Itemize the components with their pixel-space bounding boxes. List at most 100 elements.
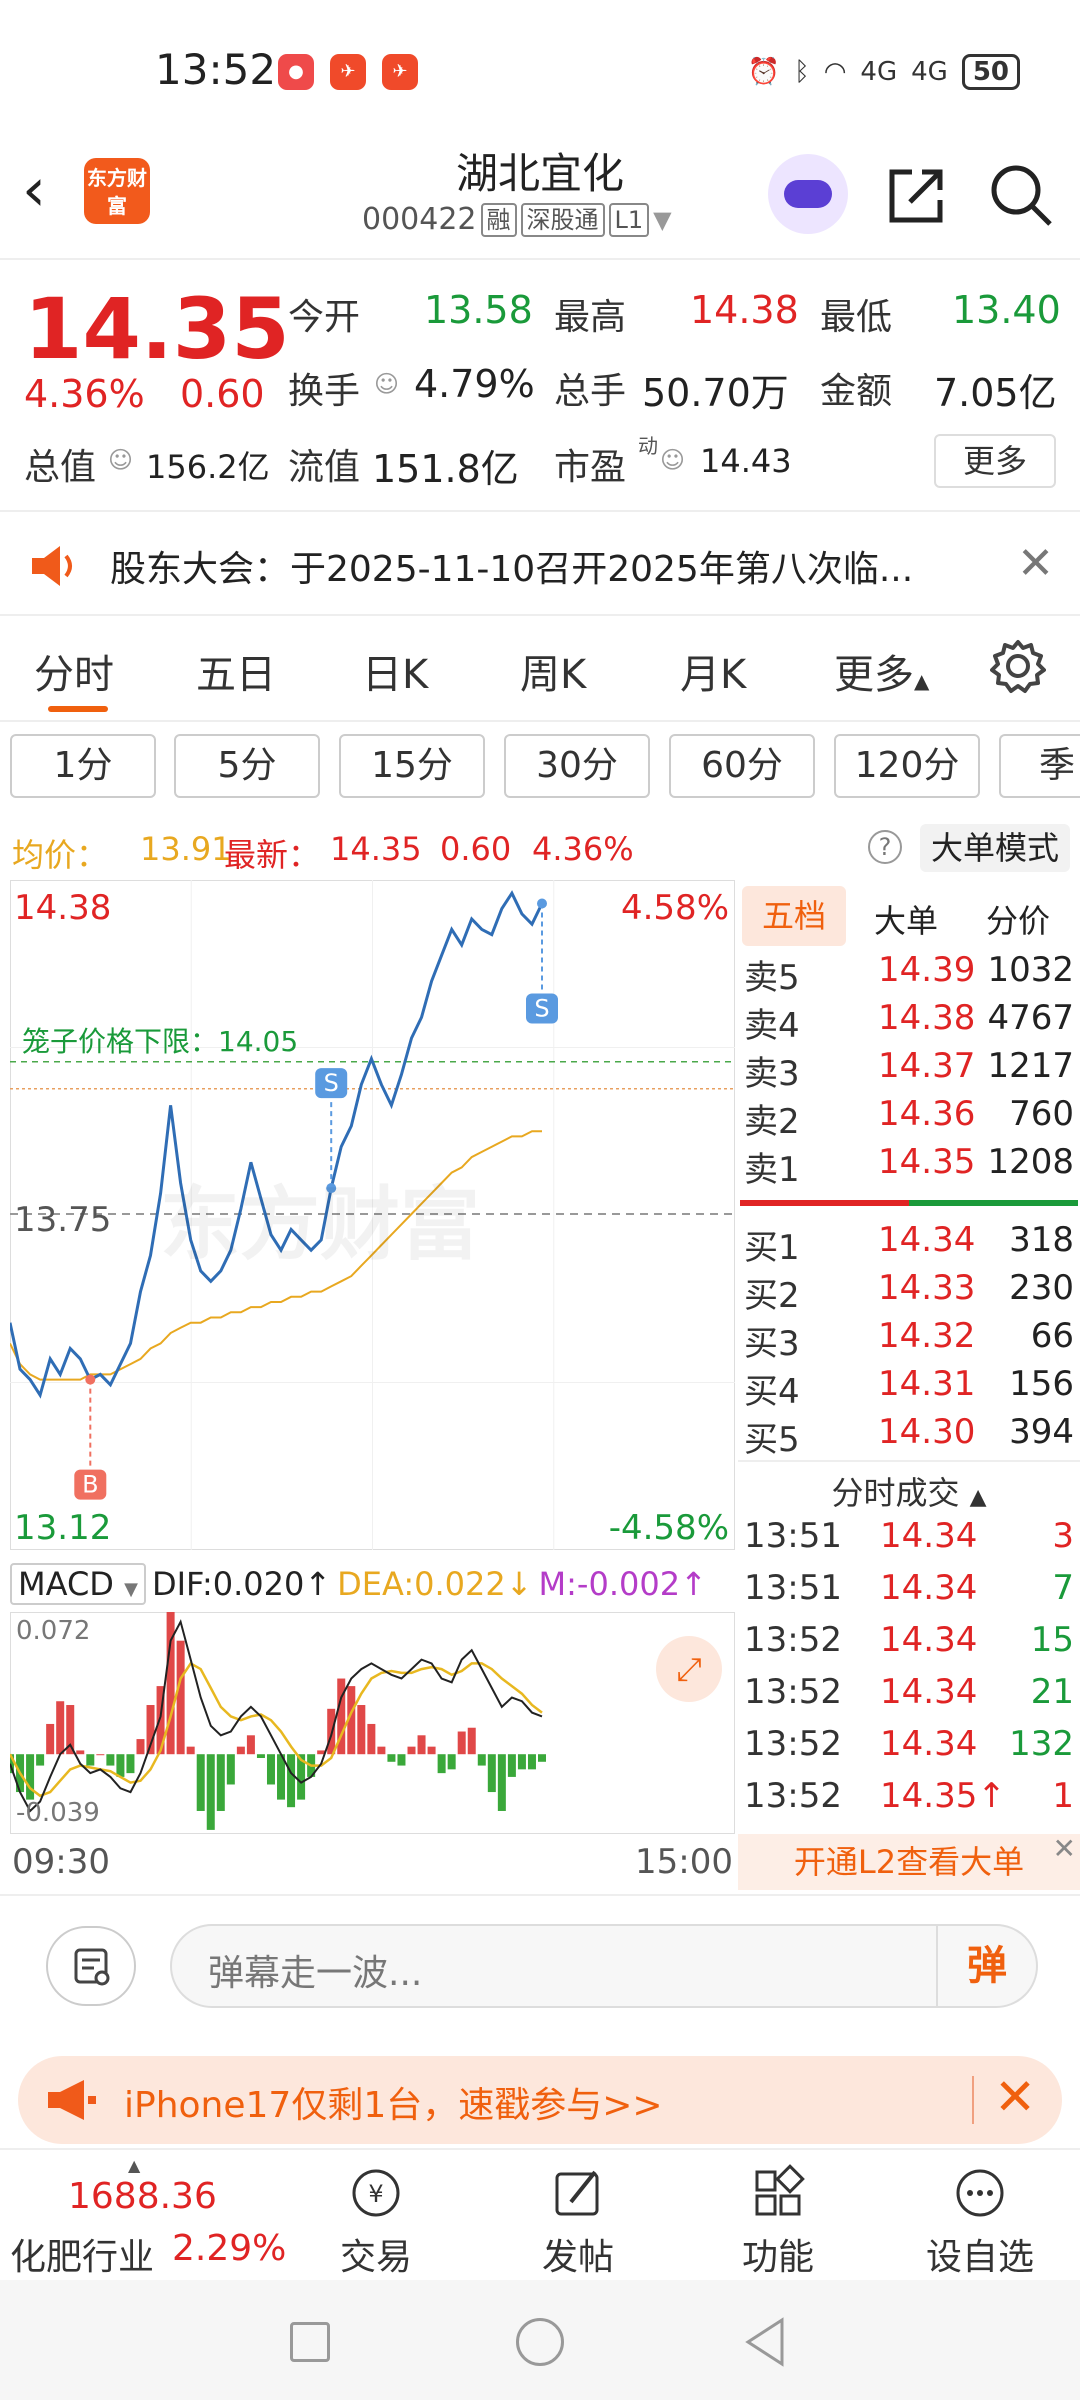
tab-monthly-k[interactable]: 月K	[680, 642, 746, 700]
close-icon[interactable]: ✕	[994, 2068, 1036, 2126]
quote-panel: 14.35 4.36% 0.60 今开 13.58 最高 14.38 最低 13…	[0, 262, 1080, 512]
tab-intraday[interactable]: 分时	[34, 642, 114, 700]
tab-big-orders[interactable]: 大单	[874, 896, 938, 942]
ask-label: 卖4	[744, 1006, 800, 1046]
tab-price-distribution[interactable]: 分价	[986, 896, 1050, 942]
macd-histogram-bar	[377, 1746, 386, 1755]
period-60min[interactable]: 60分	[669, 734, 815, 798]
help-icon[interactable]: ?	[868, 830, 902, 864]
stock-subtitle[interactable]: 000422 融 深股通 L1 ▼	[362, 202, 672, 237]
mktcap-label: 总值	[24, 447, 97, 488]
trades-list: 13:51 14.34 3 13:51 14.34 7 13:52 14.34 15 13:52 1…	[738, 1516, 1080, 1834]
time-end-label: 15:00	[635, 1842, 733, 1882]
recent-apps-icon[interactable]	[290, 2322, 330, 2362]
info-icon[interactable]: ☺	[108, 446, 133, 474]
macd-histogram-bar	[427, 1746, 436, 1755]
volume-value: 50.70万	[642, 371, 789, 415]
nav-add-watchlist[interactable]: 设自选	[910, 2162, 1050, 2280]
low-value: 13.40	[952, 288, 1061, 332]
macd-histogram-bar	[417, 1735, 426, 1755]
trade-row: 13:52 14.34 21	[738, 1672, 1080, 1724]
expand-icon[interactable]: ⤢	[656, 1636, 722, 1702]
ai-assistant-icon[interactable]	[768, 154, 848, 234]
nav-post[interactable]: 发帖	[508, 2162, 648, 2280]
more-button[interactable]: 更多	[934, 434, 1056, 488]
bid-row: 买4 14.31 156	[738, 1364, 1080, 1412]
danmaku-input[interactable]: 弹幕走一波... 弹	[170, 1924, 1038, 2008]
change-percent: 4.36%	[24, 372, 145, 416]
trade-volume: 132	[1009, 1724, 1074, 1764]
ask-row: 卖5 14.39 1032	[738, 950, 1080, 998]
order-book-panel: 五档 大单 分价 卖5 14.39 1032 卖4 14.38 4767 卖3 14.37…	[738, 880, 1080, 1890]
tab-five-day[interactable]: 五日	[196, 642, 276, 700]
danmaku-send-button[interactable]: 弹	[936, 1926, 1036, 2006]
bid-price: 14.31	[878, 1364, 976, 1404]
nav-functions[interactable]: 功能	[708, 2162, 848, 2280]
info-icon[interactable]: ☺	[660, 446, 685, 474]
info-icon[interactable]: ☺	[374, 370, 399, 398]
period-120min[interactable]: 120分	[834, 734, 980, 798]
sector-name[interactable]: 化肥行业	[10, 2228, 154, 2280]
open-value: 13.58	[424, 288, 533, 332]
price-limit-label: 笼子价格下限：14.05	[22, 1025, 299, 1058]
macd-chart-svg[interactable]	[6, 1602, 736, 1835]
avg-label: 均价：	[12, 836, 109, 874]
promo-banner[interactable]: iPhone17仅剩1台，速戳参与>> ✕	[18, 2056, 1062, 2144]
svg-text:¥: ¥	[368, 2180, 383, 2208]
bluetooth-icon: ᛒ	[794, 57, 810, 87]
marker-label: S	[324, 1069, 339, 1097]
marker-dot	[85, 1374, 96, 1385]
l2-upgrade-banner[interactable]: 开通L2查看大单 ✕	[738, 1834, 1080, 1890]
period-quarter[interactable]: 季	[999, 734, 1080, 798]
intraday-chart[interactable]: B S S 14.38 4.58% 13.75 13.12 -4.58% 笼子价格下…	[8, 879, 736, 1551]
tab-more[interactable]: 更多▲	[834, 642, 929, 700]
share-icon[interactable]	[882, 160, 952, 230]
volume-label: 总手	[554, 371, 627, 412]
macd-histogram-bar	[387, 1754, 396, 1762]
sector-index-value[interactable]: 1688.36	[68, 2176, 217, 2217]
trade-row: 13:51 14.34 7	[738, 1568, 1080, 1620]
tab-daily-k[interactable]: 日K	[362, 642, 428, 700]
tab-five-levels[interactable]: 五档	[742, 886, 846, 946]
tab-more-label: 更多	[834, 652, 914, 698]
home-icon[interactable]	[516, 2318, 564, 2366]
last-price: 14.35	[24, 280, 290, 378]
macd-chart[interactable]: 0.072 -0.039 ⤢	[6, 1602, 736, 1835]
bid-label: 买1	[744, 1228, 800, 1268]
notice-bar[interactable]: 股东大会：于2025-11-10召开2025年第八次临... ✕	[0, 514, 1080, 616]
nav-trade-label: 交易	[339, 2237, 412, 2278]
order-book-tabs: 五档 大单 分价	[738, 880, 1080, 952]
ask-label: 卖3	[744, 1054, 800, 1094]
trades-header[interactable]: 分时成交 ▲	[738, 1460, 1080, 1512]
settings-gear-icon[interactable]	[990, 638, 1046, 694]
close-icon[interactable]: ✕	[1017, 538, 1054, 589]
macd-histogram-bar	[246, 1735, 255, 1755]
macd-histogram-bar	[176, 1640, 185, 1755]
big-order-mode-button[interactable]: 大单模式	[920, 824, 1070, 872]
close-icon[interactable]: ✕	[1053, 1834, 1076, 1864]
macd-histogram-bar	[367, 1723, 376, 1755]
nav-trade[interactable]: ¥ 交易	[306, 2162, 446, 2280]
period-1min[interactable]: 1分	[10, 734, 156, 798]
battery-icon: 50	[961, 54, 1020, 90]
macd-histogram-bar	[236, 1746, 245, 1755]
bid-row: 买2 14.33 230	[738, 1268, 1080, 1316]
back-triangle-icon[interactable]	[742, 2316, 788, 2368]
indicator-select[interactable]: MACD ▼	[10, 1563, 146, 1605]
macd-histogram-bar	[76, 1750, 85, 1755]
period-5min[interactable]: 5分	[174, 734, 320, 798]
tab-weekly-k[interactable]: 周K	[520, 642, 586, 700]
period-30min[interactable]: 30分	[504, 734, 650, 798]
ask-row: 卖4 14.38 4767	[738, 998, 1080, 1046]
latest-change: 0.60	[440, 830, 512, 868]
trade-price: 14.35↑	[880, 1776, 1006, 1816]
macd-histogram-bar	[457, 1731, 466, 1755]
status-icons: ⏰ ᛒ ◠ 4G 4G 50	[748, 50, 1020, 94]
nav-functions-label: 功能	[741, 2237, 814, 2278]
trade-row: 13:52 14.35↑ 1	[738, 1776, 1080, 1828]
danmaku-settings-icon[interactable]	[46, 1926, 136, 2006]
search-icon[interactable]	[986, 160, 1056, 230]
period-selector: 1分 5分 15分 30分 60分 120分 季	[0, 724, 1080, 814]
macd-histogram-bar	[527, 1754, 536, 1770]
period-15min[interactable]: 15分	[339, 734, 485, 798]
